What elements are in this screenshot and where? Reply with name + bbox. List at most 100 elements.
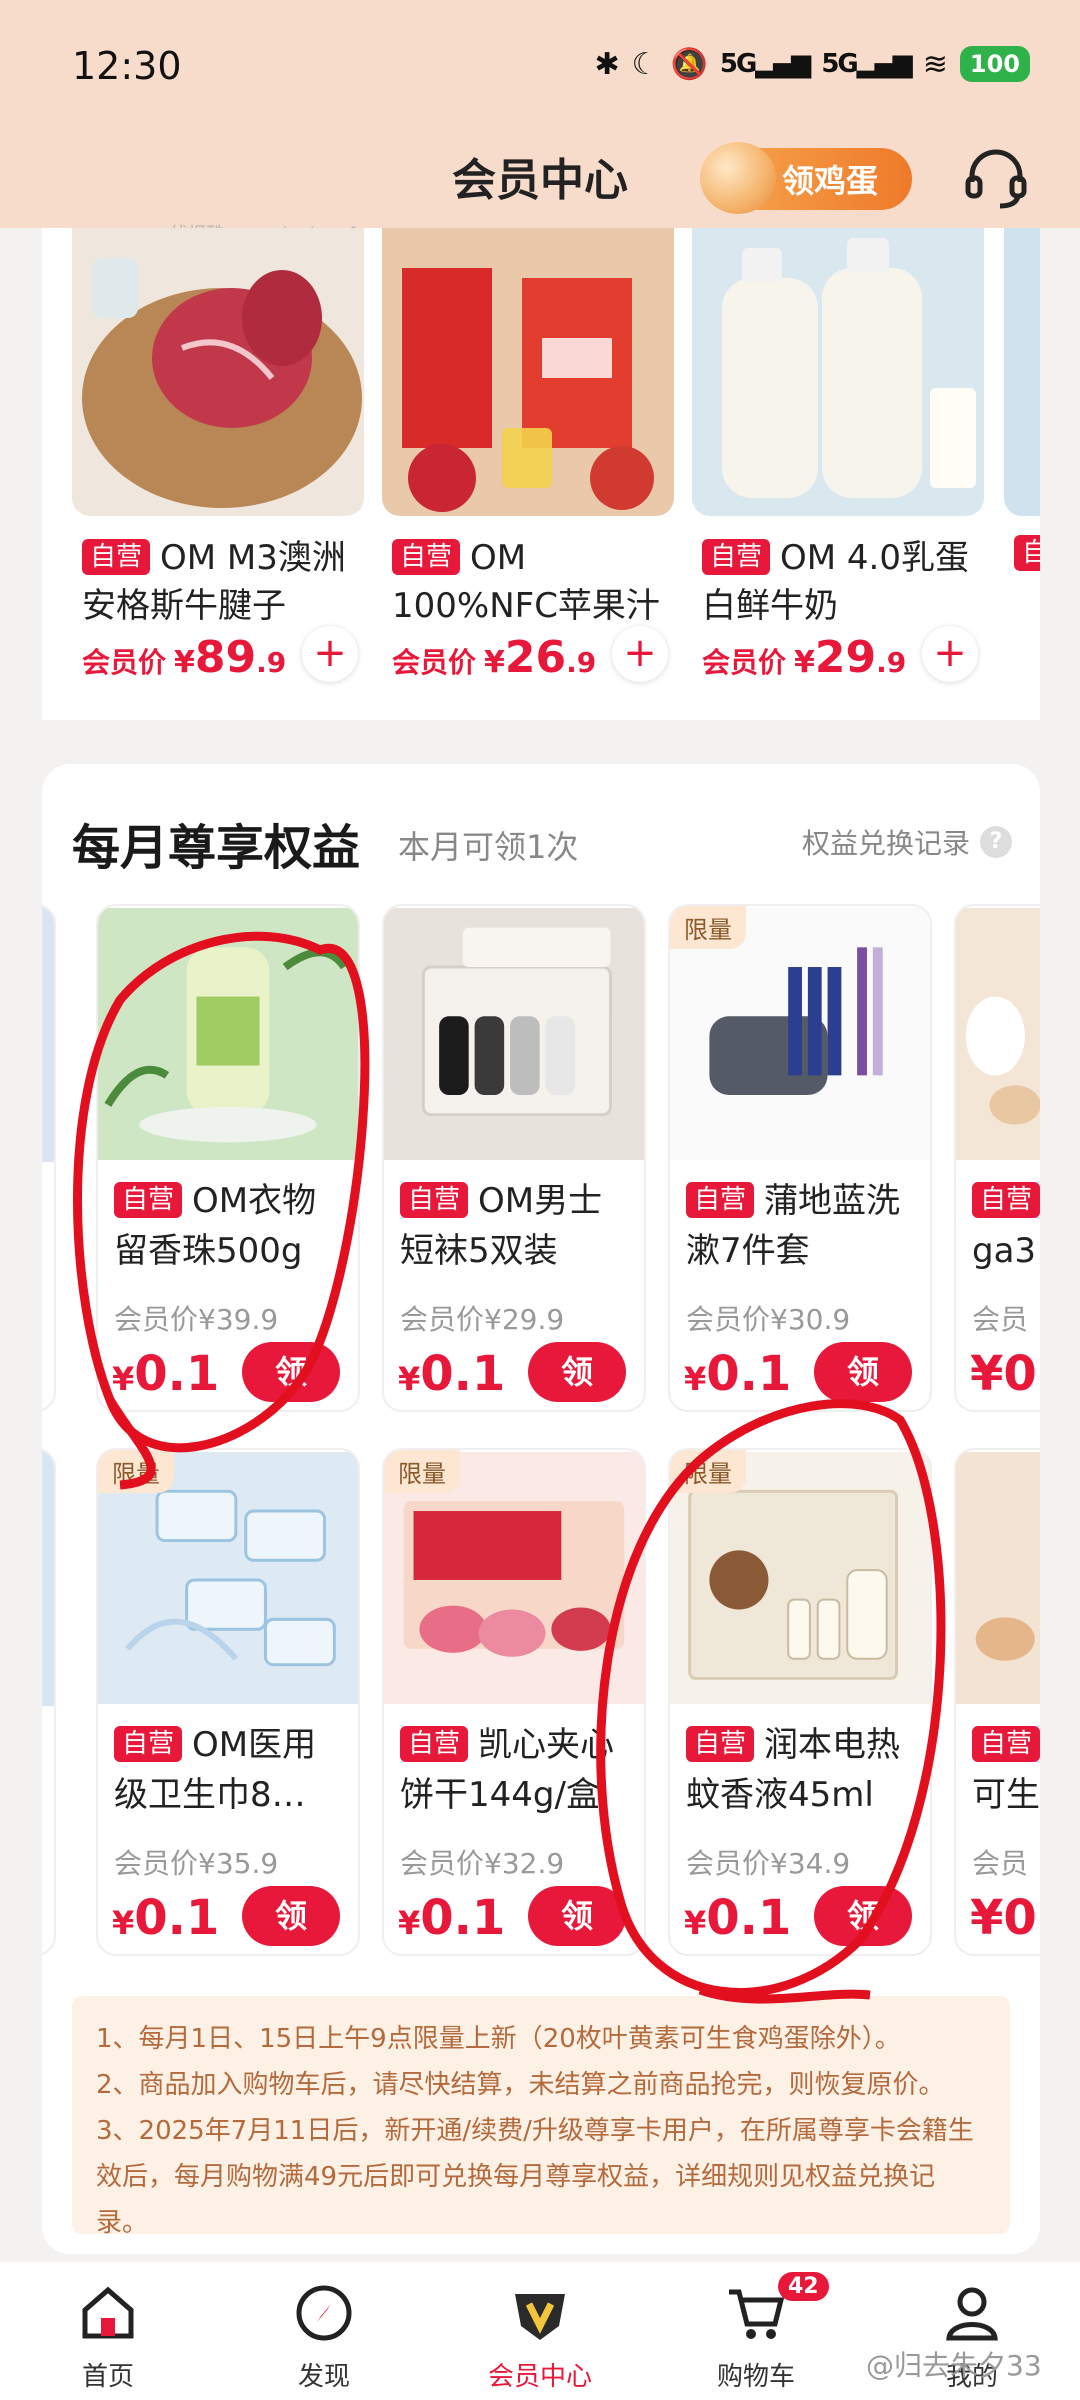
home-icon: [82, 2286, 134, 2339]
benefit-card[interactable]: 限量 自营 润本电热蚊香液45ml 会员价¥34.9 ¥0.1 领: [668, 1448, 932, 1956]
moon-icon: ☾: [631, 46, 659, 82]
rule-line: 2、商品加入购物车后，请尽快结算，未结算之前商品抢完，则恢复原价。: [96, 2070, 945, 2100]
limited-badge: 限量: [384, 1450, 460, 1493]
nav-discover-label: 发现: [297, 2362, 350, 2392]
benefit-image-eggs-partial-2: [956, 1451, 1040, 1705]
benefit-price: ¥0.1: [398, 1346, 506, 1402]
limited-badge: 限量: [670, 906, 746, 949]
product-tag-partial: 自营: [1004, 530, 1040, 578]
product-card[interactable]: 自营 OM 100%NFC苹果汁 会员价 ¥26.9 +: [382, 228, 674, 683]
egg-icon: [700, 142, 776, 214]
benefit-image-scent-beads: [98, 907, 358, 1161]
bottom-nav: 首页 发现 会员中心 42 购物车 我的 @归去朱夕33: [0, 2262, 1080, 2400]
nav-member-center-label: 会员中心: [487, 2362, 592, 2392]
status-time: 12:30: [72, 44, 182, 88]
header-bar: 12:30 ✱ ☾ 🔕 5G▂▄▆ 5G▂▄▆ ≋ 100 会员中心 领鸡蛋: [0, 0, 1080, 228]
vip-price: 会员价¥39.9: [114, 1303, 279, 1336]
product-name: 自营 OM M3澳洲安格斯牛腱子: [82, 538, 346, 626]
benefit-name: 自营 OM衣物留香珠500g: [114, 1181, 317, 1271]
vip-icon: [515, 2294, 565, 2340]
weibo-watermark: @归去朱夕33: [866, 2349, 1042, 2382]
status-bar: 12:30 ✱ ☾ 🔕 5G▂▄▆ 5G▂▄▆ ≋ 100: [0, 0, 1080, 130]
product-card-partial[interactable]: 自营: [1004, 228, 1040, 578]
get-eggs-button[interactable]: 领鸡蛋: [700, 142, 912, 214]
battery-icon: 100: [959, 46, 1030, 82]
benefit-rules-notes: 1、每月1日、15日上午9点限量上新（20枚叶黄素可生食鸡蛋除外）。 2、商品加…: [72, 1996, 1010, 2238]
product-image-beef: [72, 228, 364, 516]
benefit-price-partial: ¥0.0: [970, 1890, 1040, 1946]
product-price: 会员价 ¥89.9: [82, 632, 287, 683]
nav-member-center[interactable]: 会员中心: [432, 2262, 648, 2400]
nav-home-label: 首页: [81, 2362, 134, 2392]
nav-cart[interactable]: 42 购物车: [648, 2262, 864, 2400]
cart-count-badge: 42: [778, 2272, 829, 2301]
nav-home[interactable]: 首页: [0, 2262, 216, 2400]
benefit-name: 自营 OM男士短袜5双装: [400, 1181, 603, 1271]
page-title: 会员中心: [452, 155, 628, 206]
add-to-cart-button[interactable]: +: [302, 626, 358, 682]
benefit-card-partial[interactable]: 自营可生 会员 ¥0.0: [954, 1448, 1040, 1956]
benefit-name: 自营 蒲地蓝洗漱7件套: [686, 1181, 901, 1271]
claim-button[interactable]: 领: [242, 1886, 340, 1946]
benefit-price: ¥0.1: [112, 1346, 220, 1402]
benefit-price: ¥0.1: [684, 1890, 792, 1946]
benefit-image-eggs-partial: [956, 907, 1040, 1161]
rule-line: 1、每月1日、15日上午9点限量上新（20枚叶黄素可生食鸡蛋除外）。: [96, 2024, 901, 2054]
compass-icon: [296, 2285, 352, 2341]
nav-discover[interactable]: 发现: [216, 2262, 432, 2400]
benefit-card[interactable]: 限量 自营 蒲地蓝洗漱7件套 会员价¥30.9 ¥0.1 领: [668, 904, 932, 1412]
benefit-price: ¥0.1: [398, 1890, 506, 1946]
benefit-name: 自营 OM医用级卫生巾8…: [114, 1725, 317, 1815]
monthly-benefits-section: 每月尊享权益 本月可领1次 权益兑换记录 ? 自营 OM衣物留香珠500g 会员价…: [42, 764, 1040, 2254]
benefit-image-socks: [384, 907, 644, 1161]
vip-price: 会员价¥32.9: [400, 1847, 565, 1880]
section-subtitle: 本月可领1次: [398, 828, 579, 866]
product-price: 会员价 ¥26.9: [392, 632, 597, 683]
benefit-card[interactable]: 自营 OM男士短袜5双装 会员价¥29.9 ¥0.1 领: [382, 904, 646, 1412]
product-image-partial: [1004, 228, 1040, 516]
benefit-card[interactable]: 限量 自营 凯心夹心饼干144g/盒 会员价¥32.9 ¥0.1 领: [382, 1448, 646, 1956]
rule-line: 3、2025年7月11日后，新开通/续费/升级尊享卡用户，在所属尊享卡会籍生: [96, 2116, 974, 2146]
vip-price: 会员价¥35.9: [114, 1847, 279, 1880]
wifi-icon: ≋: [922, 46, 948, 82]
add-to-cart-button[interactable]: +: [922, 626, 978, 682]
profile-icon: [946, 2287, 998, 2341]
benefit-card[interactable]: 限量 自营 OM医用级卫生巾8… 会员价¥35.9 ¥0.1 领: [96, 1448, 360, 1956]
claim-button[interactable]: 领: [814, 1886, 912, 1946]
section-title: 每月尊享权益: [72, 820, 361, 876]
benefit-card-partial[interactable]: [42, 1448, 56, 1956]
benefit-image-partial-2: [42, 1450, 54, 1706]
nav-cart-label: 购物车: [716, 2362, 795, 2392]
claim-button[interactable]: 领: [528, 1342, 626, 1402]
claim-button[interactable]: 领: [242, 1342, 340, 1402]
benefit-name-partial: 自营 ga3: [972, 1176, 1040, 1276]
vip-price: 会员价¥34.9: [686, 1847, 851, 1880]
claim-button[interactable]: 领: [528, 1886, 626, 1946]
help-icon[interactable]: ?: [980, 826, 1012, 858]
vip-price: 会员价¥29.9: [400, 1303, 565, 1336]
product-card[interactable]: 自营 OM M3澳洲安格斯牛腱子 会员价 ¥89.9 +: [72, 228, 364, 683]
benefit-price: ¥0.1: [684, 1346, 792, 1402]
benefit-price-partial: ¥0.0: [970, 1346, 1040, 1402]
claim-button[interactable]: 领: [814, 1342, 912, 1402]
limited-badge: 限量: [98, 1450, 174, 1493]
benefit-record-link[interactable]: 权益兑换记录 ?: [802, 822, 1012, 862]
benefit-price: ¥0.1: [112, 1890, 220, 1946]
benefit-card-partial[interactable]: [42, 904, 56, 1412]
get-eggs-label: 领鸡蛋: [782, 162, 879, 200]
product-image-milk: [692, 228, 984, 516]
vip-price-partial: 会员: [972, 1303, 1029, 1336]
headset-icon[interactable]: [960, 142, 1032, 214]
signal-icon-2: 5G▂▄▆: [821, 49, 912, 79]
product-name: 自营 OM 4.0乳蛋白鲜牛奶: [702, 538, 969, 626]
add-to-cart-button[interactable]: +: [612, 626, 668, 682]
mute-icon: 🔕: [670, 46, 708, 82]
product-strip[interactable]: 自营 OM M3澳洲安格斯牛腱子 会员价 ¥89.9 + 自营 OM 100%NFC苹…: [42, 228, 1040, 720]
record-link-label: 权益兑换记录: [801, 827, 970, 860]
benefit-card[interactable]: 自营 OM衣物留香珠500g 会员价¥39.9 ¥0.1 领: [96, 904, 360, 1412]
product-card[interactable]: 自营 OM 4.0乳蛋白鲜牛奶 会员价 ¥29.9 +: [692, 228, 984, 683]
signal-icon: 5G▂▄▆: [719, 49, 811, 79]
benefit-card-partial[interactable]: 自营ga3 会员 ¥0.0: [954, 904, 1040, 1412]
vip-price-partial: 会员: [972, 1847, 1029, 1880]
benefit-name-partial: 自营 可生: [972, 1720, 1040, 1820]
